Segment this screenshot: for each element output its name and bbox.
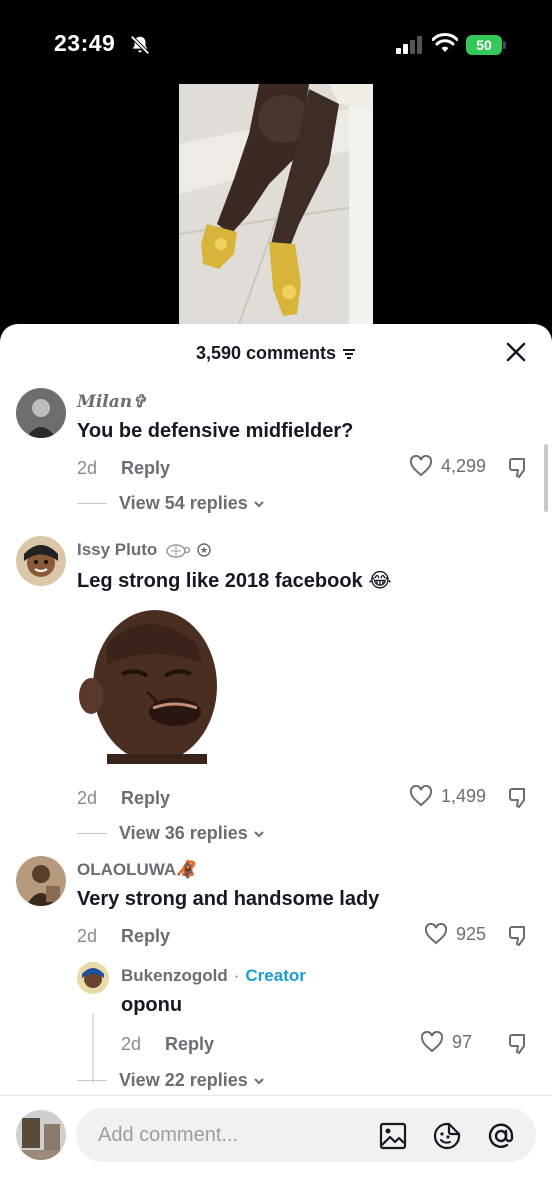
emoji-icon[interactable]: [432, 1121, 462, 1151]
like-count: 925: [455, 923, 486, 944]
like-button[interactable]: 4,299: [409, 455, 486, 477]
reply-button[interactable]: Reply: [121, 458, 170, 479]
comment-meta: 2d Reply: [77, 458, 170, 479]
reply-button[interactable]: Reply: [121, 926, 170, 947]
comment-input-bar: [0, 1095, 552, 1200]
badge-icon: [197, 543, 212, 557]
view-replies-button[interactable]: View 22 replies: [77, 1070, 266, 1091]
close-icon[interactable]: [504, 340, 528, 364]
heart-icon: [420, 1031, 444, 1053]
comments-header: 3,590 comments: [0, 324, 552, 380]
add-comment-input[interactable]: [76, 1108, 536, 1162]
comment-username[interactable]: OLAOLUWA🦧: [77, 860, 197, 880]
avatar-image: [16, 1110, 66, 1160]
replies-divider: [77, 1080, 107, 1081]
comments-sheet: 3,590 comments Milan✞ You be defensive m…: [0, 324, 552, 1200]
avatar[interactable]: [16, 388, 66, 438]
like-count: 1,499: [440, 785, 486, 806]
view-replies-label: View 54 replies: [119, 493, 248, 513]
signal-icon: [396, 36, 422, 54]
heart-icon: [409, 785, 432, 807]
avatar[interactable]: [16, 536, 66, 586]
comment-username[interactable]: Milan✞: [77, 392, 146, 412]
comment-text: Very strong and handsome lady: [77, 888, 380, 910]
avatar-image: [77, 962, 109, 994]
battery-indicator: 50: [466, 35, 502, 55]
comment-count-text: 3,590 comments: [195, 343, 337, 363]
comment-text: Leg strong like 2018 facebook 😂: [77, 570, 392, 592]
chevron-down-icon: [254, 1077, 264, 1084]
comment-time: 2d: [77, 788, 98, 808]
creator-tag: Creator: [245, 966, 306, 985]
scroll-indicator[interactable]: [544, 444, 548, 512]
comment-username-row: Issy Pluto: [77, 540, 212, 560]
dislike-icon[interactable]: [507, 1032, 531, 1056]
bell-slash-icon: [130, 35, 150, 55]
comment-time: 2d: [77, 458, 98, 478]
comments-count-label[interactable]: 3,590 comments: [0, 343, 552, 364]
reply-username-row: Bukenzogold · Creator: [121, 966, 306, 986]
reply-text: oponu: [121, 994, 183, 1016]
comment-sticker[interactable]: [77, 604, 219, 764]
view-replies-label: View 36 replies: [119, 823, 248, 843]
dislike-icon[interactable]: [507, 786, 531, 810]
battery-cap: [503, 41, 506, 49]
filter-icon[interactable]: [342, 347, 356, 361]
reply-button[interactable]: Reply: [165, 1034, 214, 1055]
reply-username[interactable]: Bukenzogold: [121, 966, 228, 986]
like-count: 97: [451, 1031, 472, 1052]
avatar-image: [16, 536, 66, 586]
turtle-icon: [166, 544, 191, 558]
dislike-icon[interactable]: [507, 456, 531, 480]
replies-divider: [77, 833, 107, 834]
heart-icon: [424, 923, 447, 945]
like-button[interactable]: 925: [424, 923, 486, 945]
comment-text: You be defensive midfielder?: [77, 420, 354, 442]
replies-divider: [77, 503, 107, 504]
avatar-image: [16, 856, 66, 906]
reply-time: 2d: [121, 1034, 142, 1054]
sticker-image: [79, 610, 217, 764]
reply-button[interactable]: Reply: [121, 788, 170, 809]
dislike-icon[interactable]: [507, 924, 531, 948]
comment-username[interactable]: Issy Pluto: [77, 540, 157, 560]
status-bar: 23:49 50: [0, 0, 552, 84]
heart-icon: [409, 455, 432, 477]
like-button[interactable]: 97: [420, 1031, 472, 1053]
like-count: 4,299: [440, 455, 486, 476]
battery-level: 50: [476, 37, 492, 53]
reply-avatar[interactable]: [77, 962, 109, 994]
user-avatar[interactable]: [16, 1110, 66, 1160]
chevron-down-icon: [254, 830, 264, 837]
video-image: [179, 84, 373, 324]
mention-icon[interactable]: [486, 1121, 516, 1151]
like-button[interactable]: 1,499: [409, 785, 486, 807]
video-thumbnail[interactable]: [179, 84, 373, 324]
image-icon[interactable]: [378, 1121, 408, 1151]
comment-meta: 2d Reply: [77, 788, 170, 809]
reply-separator: ·: [233, 966, 240, 985]
wifi-icon: [432, 33, 458, 52]
view-replies-button[interactable]: View 36 replies: [77, 823, 266, 844]
view-replies-button[interactable]: View 54 replies: [77, 493, 266, 514]
avatar[interactable]: [16, 856, 66, 906]
comment-meta: 2d Reply: [77, 926, 170, 947]
reply-meta: 2d Reply: [121, 1034, 214, 1055]
view-replies-label: View 22 replies: [119, 1070, 248, 1090]
status-time: 23:49: [54, 30, 116, 56]
avatar-image: [16, 388, 66, 438]
chevron-down-icon: [254, 500, 264, 507]
comment-time: 2d: [77, 926, 98, 946]
